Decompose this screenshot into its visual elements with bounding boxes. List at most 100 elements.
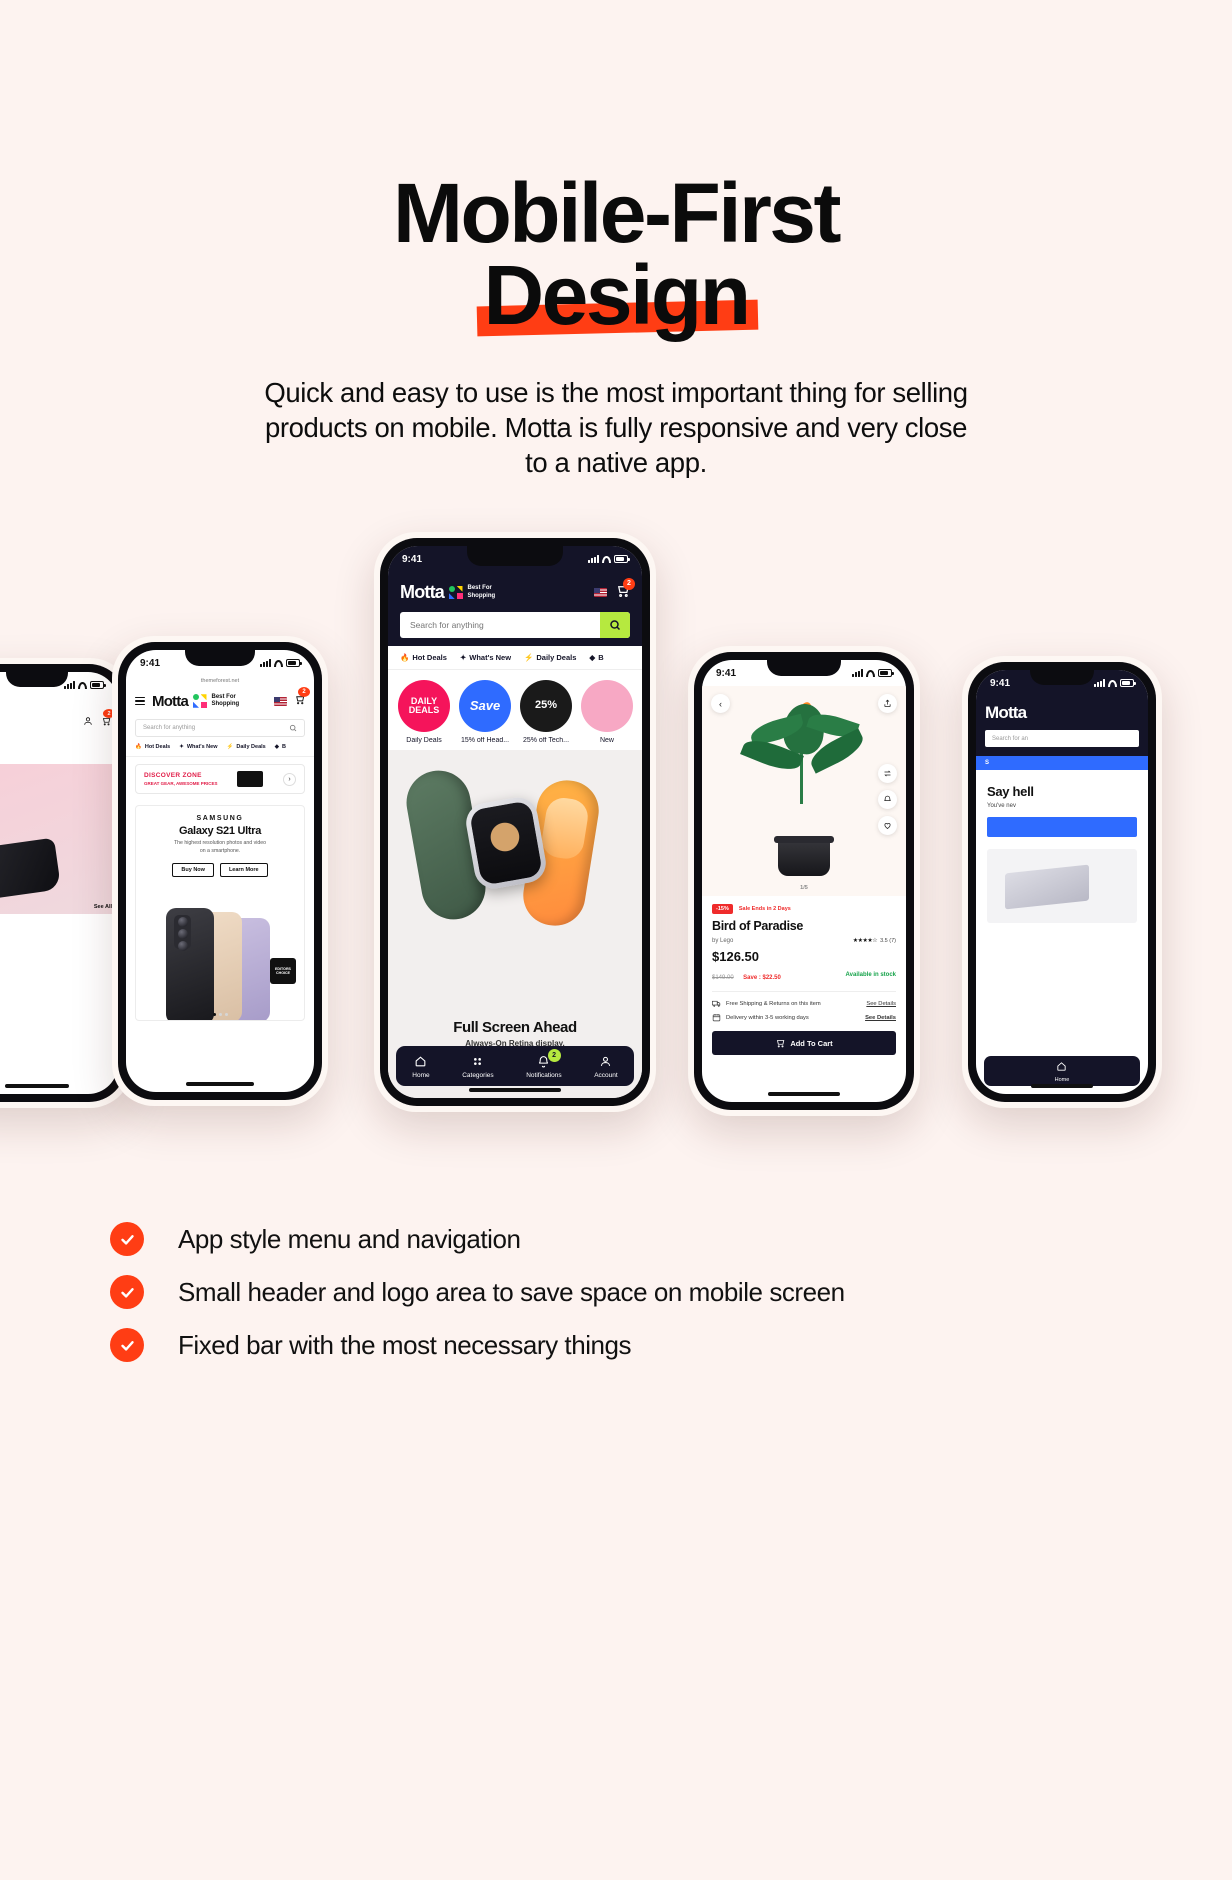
circle-label: Daily Deals (406, 737, 442, 744)
buy-now-button[interactable]: Buy Now (172, 862, 214, 877)
tab-home[interactable]: Home (412, 1054, 430, 1079)
arrow-right-icon[interactable]: › (282, 772, 296, 786)
feature-list: App style menu and navigation Small head… (110, 1222, 1120, 1381)
tab-label: Account (594, 1071, 618, 1079)
tab-notifications[interactable]: 2 Notifications (526, 1048, 562, 1079)
cart-badge: 2 (298, 687, 310, 697)
chip-more[interactable]: ◆ B (589, 653, 603, 662)
cart-icon (777, 1040, 785, 1048)
discover-zone-banner[interactable]: DISCOVER ZONE GREAT GEAR, AWESOME PRICES… (135, 764, 305, 794)
tab-label: Home (1054, 1077, 1070, 1083)
status-time: 9:41 (402, 553, 423, 565)
l2-promo-card[interactable]: See All (0, 764, 118, 914)
chip-whats-new[interactable]: ✦ What's New (460, 653, 511, 662)
add-to-cart-label: Add To Cart (790, 1038, 833, 1048)
circle-new[interactable]: New (581, 680, 633, 744)
feature-text: Small header and logo area to save space… (178, 1276, 845, 1307)
r2-promo-strip: S (976, 756, 1148, 770)
circle-badge (581, 680, 633, 732)
search-bar[interactable] (400, 612, 630, 638)
search-button[interactable] (600, 612, 630, 638)
shipping-text: Free Shipping & Returns on this item (726, 1000, 821, 1007)
battery-icon (878, 669, 894, 677)
hamburger-icon[interactable] (135, 695, 145, 707)
circle-tech[interactable]: 25% 25% off Tech... (520, 680, 572, 744)
circle-save[interactable]: Save 15% off Head... (459, 680, 511, 744)
app-header: Motta Best For Shopping 2 Search for any… (388, 572, 642, 646)
user-icon (594, 1054, 618, 1069)
user-icon[interactable] (83, 713, 93, 731)
cart-icon[interactable]: 2 (615, 577, 635, 603)
signal-icon (260, 659, 271, 667)
promo-brand: SAMSUNG (196, 815, 244, 822)
image-counter: 1/5 (800, 885, 808, 891)
promo-card[interactable]: SAMSUNG Galaxy S21 Ultra The highest res… (135, 805, 305, 1021)
cart-icon[interactable]: 2 (294, 687, 310, 710)
chip-whats-new[interactable]: ✦ What's New (179, 744, 217, 750)
wifi-icon (78, 681, 87, 689)
r2-product-image[interactable] (987, 849, 1137, 923)
shipping-details-link[interactable]: See Details (866, 1001, 896, 1007)
tab-home[interactable]: Home (1054, 1059, 1070, 1083)
hero-subtitle: Quick and easy to use is the most import… (264, 376, 968, 478)
discover-title: DISCOVER ZONE (144, 772, 202, 780)
logo-text: Motta (152, 692, 189, 710)
star-rating-icon: ★★★★☆ (852, 938, 878, 944)
tab-categories[interactable]: Categories (462, 1054, 494, 1079)
usa-flag-icon[interactable] (594, 588, 607, 597)
bottom-tab-bar: Home Categories 2 Notifications Account (396, 1046, 634, 1086)
tab-account[interactable]: Account (594, 1054, 618, 1079)
heart-icon[interactable] (878, 816, 897, 835)
tab-label: Categories (462, 1071, 494, 1079)
truck-icon (712, 1000, 721, 1007)
delivery-details-link[interactable]: See Details (865, 1015, 896, 1021)
circle-daily-deals[interactable]: DAILY DEALS Daily Deals (398, 680, 450, 744)
hero-product-card[interactable]: Full Screen Ahead Always-On Retina displ… (388, 750, 642, 1098)
cart-icon[interactable]: 2 (101, 709, 115, 731)
search-input[interactable]: Search for an (985, 730, 1139, 747)
shipping-row: Free Shipping & Returns on this item See… (712, 999, 896, 1008)
feature-item: App style menu and navigation (110, 1222, 1120, 1256)
battery-icon (614, 555, 630, 563)
promo-title: Galaxy S21 Ultra (178, 825, 262, 837)
phone-mockup-far-right: 9:41 Motta Search for an S Say hell You'… (962, 656, 1162, 1108)
product-gallery[interactable]: ‹ 1/5 (702, 686, 906, 896)
category-circles: DAILY DEALS Daily Deals Save 15% off Hea… (388, 670, 642, 750)
chip-hot-deals[interactable]: 🔥 Hot Deals (135, 744, 170, 750)
circle-badge: Save (459, 680, 511, 732)
chip-daily-deals[interactable]: ⚡ Daily Deals (227, 744, 266, 750)
product-savings: Save : $22.50 (743, 975, 781, 981)
smartwatch-image (388, 756, 642, 1034)
chip-daily-deals[interactable]: ⚡ Daily Deals (524, 653, 576, 662)
usa-flag-icon[interactable] (274, 696, 287, 706)
title-line-2: Design (483, 248, 751, 343)
bell-icon[interactable] (878, 790, 897, 809)
product-title: Bird of Paradise (712, 919, 804, 933)
promo-desc-2: on a smartphone. (199, 847, 241, 854)
chip-hot-deals[interactable]: 🔥 Hot Deals (400, 653, 447, 662)
home-icon (1057, 1062, 1067, 1071)
wifi-icon (1108, 679, 1117, 687)
discover-subtitle: GREAT GEAR, AWESOME PRICES (144, 780, 218, 786)
product-rating[interactable]: ★★★★☆ 3.5 (7) (852, 937, 896, 945)
learn-more-button[interactable]: Learn More (219, 862, 268, 877)
phone-mockup-row: g Furniture 2 (0, 528, 1232, 1148)
logo-mark-icon (449, 585, 463, 600)
share-icon[interactable] (878, 694, 897, 713)
app-logo[interactable]: Motta Best For Shopping (400, 582, 495, 603)
carousel-dots[interactable] (136, 1013, 304, 1016)
search-input[interactable] (400, 620, 600, 630)
hero-section: Mobile-First Design Quick and easy to us… (0, 0, 1232, 480)
signal-icon (588, 555, 599, 563)
chip-more[interactable]: ◆ B (275, 744, 286, 750)
search-input[interactable]: Search for anything (135, 719, 305, 737)
back-button[interactable]: ‹ (711, 694, 730, 713)
r2-cta-button[interactable] (987, 817, 1137, 837)
r2-heading: Say hell (987, 784, 1034, 799)
add-to-cart-button[interactable]: Add To Cart (712, 1031, 896, 1055)
tagline-line-2: Shopping (467, 592, 496, 599)
page-root: Mobile-First Design Quick and easy to us… (0, 0, 1232, 1880)
home-icon (412, 1054, 429, 1069)
l2-see-all-link[interactable]: See All (94, 904, 112, 910)
compare-icon[interactable] (878, 764, 897, 783)
